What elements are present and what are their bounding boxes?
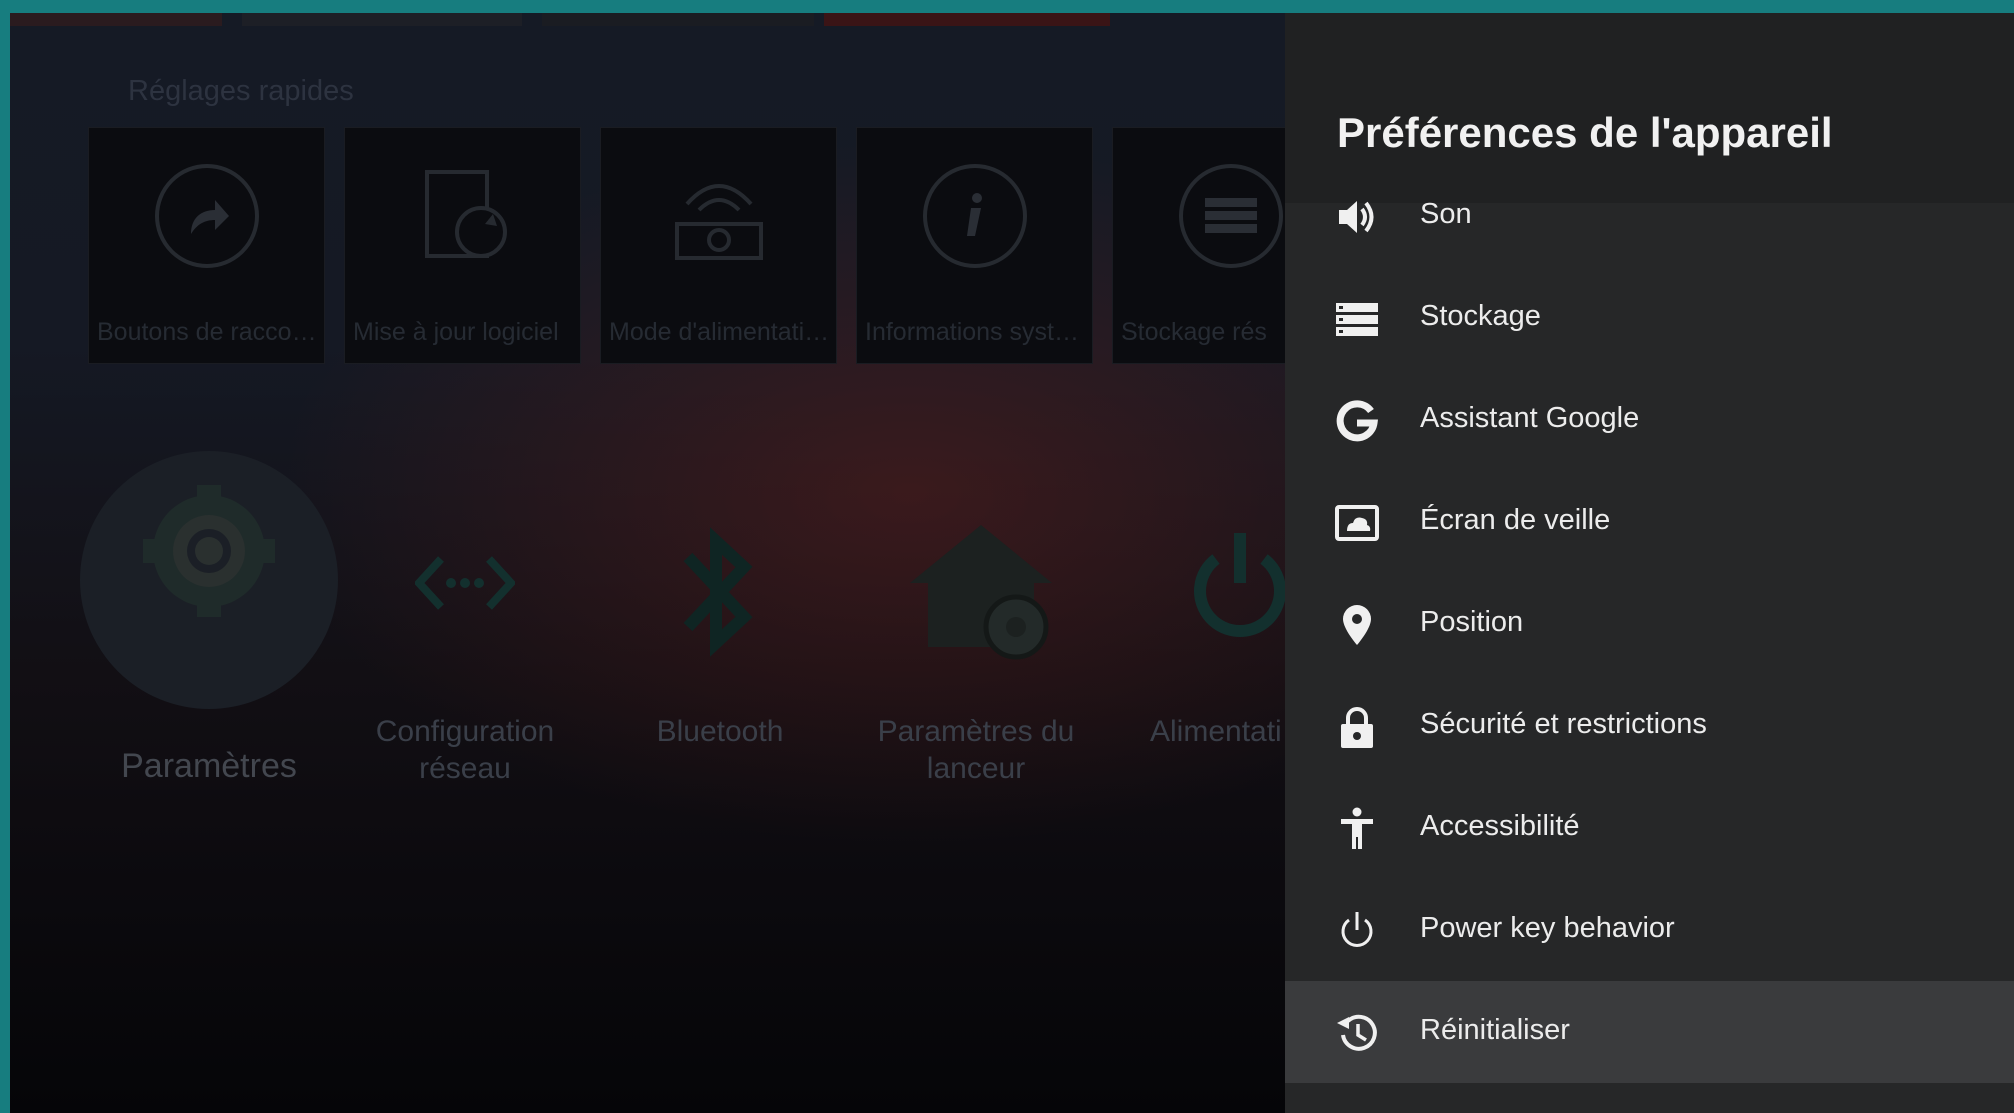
top-row-tile	[824, 13, 1110, 26]
quick-settings-title: Réglages rapides	[128, 75, 354, 107]
menu-item-assistant-google[interactable]: Assistant Google	[1285, 369, 2014, 471]
system-update-icon	[411, 164, 515, 268]
menu-item-ecran-de-veille[interactable]: Écran de veille	[1285, 471, 2014, 573]
storage-icon	[1179, 164, 1283, 268]
app-label: Paramètres du lanceur	[877, 715, 1075, 785]
launcher-settings-icon	[910, 525, 1052, 660]
quick-tile-label: Mise à jour logiciel	[353, 318, 559, 346]
quick-tile-software-update[interactable]: Mise à jour logiciel	[344, 127, 581, 364]
network-icon	[415, 556, 515, 610]
quick-tile-label: Mode d'alimentation	[609, 318, 831, 346]
tv-screen: Réglages rapides Boutons de raccou… Mise…	[10, 13, 2014, 1113]
menu-item-label: Position	[1420, 606, 1524, 638]
google-icon	[1335, 399, 1379, 443]
storage-icon	[1335, 297, 1379, 341]
power-icon	[1335, 909, 1379, 953]
menu-item-son[interactable]: Son	[1285, 165, 2014, 267]
app-label: Paramètres	[121, 747, 297, 785]
panel-title: Préférences de l'appareil	[1337, 109, 1833, 156]
top-row-tile	[242, 13, 522, 26]
power-mode-icon	[667, 164, 771, 268]
top-row-tile	[10, 13, 222, 26]
accessibility-icon	[1335, 807, 1379, 851]
menu-item-label: Assistant Google	[1420, 402, 1640, 434]
menu-item-label: Écran de veille	[1420, 504, 1611, 536]
lock-icon	[1335, 705, 1379, 749]
bluetooth-icon	[683, 527, 753, 657]
location-pin-icon	[1335, 603, 1379, 647]
screensaver-icon	[1335, 501, 1379, 545]
settings-gear-icon	[143, 485, 275, 617]
menu-item-label: Stockage	[1420, 300, 1541, 332]
info-icon	[923, 164, 1027, 268]
menu-item-reinitialiser[interactable]: Réinitialiser	[1285, 981, 2014, 1083]
speaker-icon	[1335, 195, 1379, 239]
menu-item-label: Son	[1420, 198, 1472, 230]
app-label: Bluetooth	[656, 715, 784, 748]
restore-history-icon	[1335, 1011, 1379, 1055]
menu-item-label: Sécurité et restrictions	[1420, 708, 1707, 740]
menu-item-accessibilite[interactable]: Accessibilité	[1285, 777, 2014, 879]
menu-item-stockage[interactable]: Stockage	[1285, 267, 2014, 369]
quick-tile-power-mode[interactable]: Mode d'alimentation	[600, 127, 837, 364]
quick-tile-label: Informations systè…	[865, 318, 1087, 346]
menu-item-label: Accessibilité	[1420, 810, 1580, 842]
quick-tile-system-info[interactable]: Informations systè…	[856, 127, 1093, 364]
shortcut-arrow-icon	[155, 164, 259, 268]
menu-item-label: Power key behavior	[1420, 912, 1675, 944]
app-label: Configuration réseau	[375, 715, 555, 785]
menu-item-label: Réinitialiser	[1420, 1014, 1570, 1046]
power-icon	[1194, 533, 1286, 637]
device-preferences-panel: Préférences de l'appareil Son Stockage A…	[1285, 13, 2014, 1113]
quick-tile-shortcuts[interactable]: Boutons de raccou…	[88, 127, 325, 364]
top-row-tile	[542, 13, 814, 26]
menu-item-securite[interactable]: Sécurité et restrictions	[1285, 675, 2014, 777]
quick-tile-label: Boutons de raccou…	[97, 318, 319, 346]
menu-item-position[interactable]: Position	[1285, 573, 2014, 675]
menu-item-power-key-behavior[interactable]: Power key behavior	[1285, 879, 2014, 981]
launcher-background: Réglages rapides Boutons de raccou… Mise…	[10, 13, 1349, 1113]
